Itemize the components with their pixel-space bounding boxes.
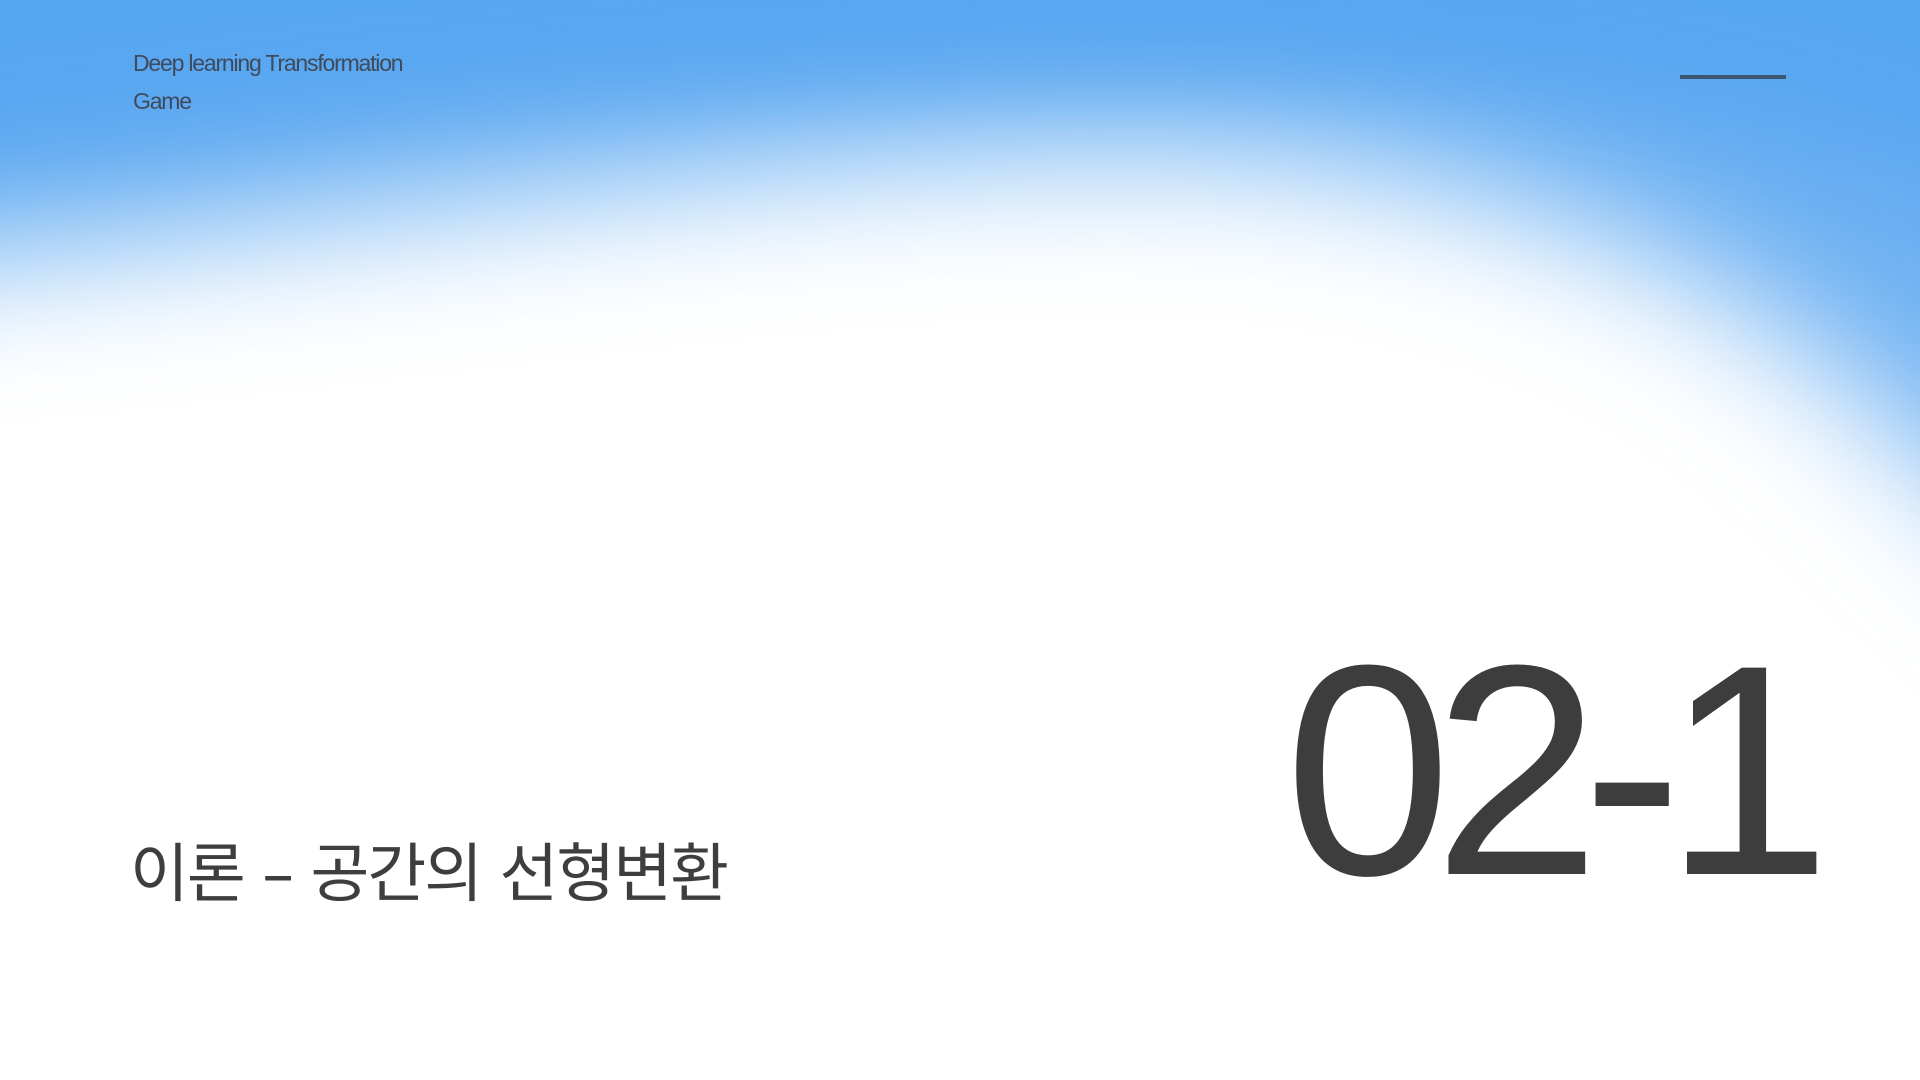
deck-title-line-1: Deep learning Transformation	[133, 50, 404, 76]
accent-line	[1680, 75, 1786, 79]
section-subtitle: 이론 – 공간의 선형변환	[130, 838, 729, 912]
section-number: 02-1	[1284, 602, 1831, 938]
slide: Deep learning Transformation Game 이론 – 공…	[0, 0, 1920, 1080]
deck-title-line-2: Game	[133, 88, 192, 114]
deck-title: Deep learning Transformation Game	[133, 44, 404, 120]
